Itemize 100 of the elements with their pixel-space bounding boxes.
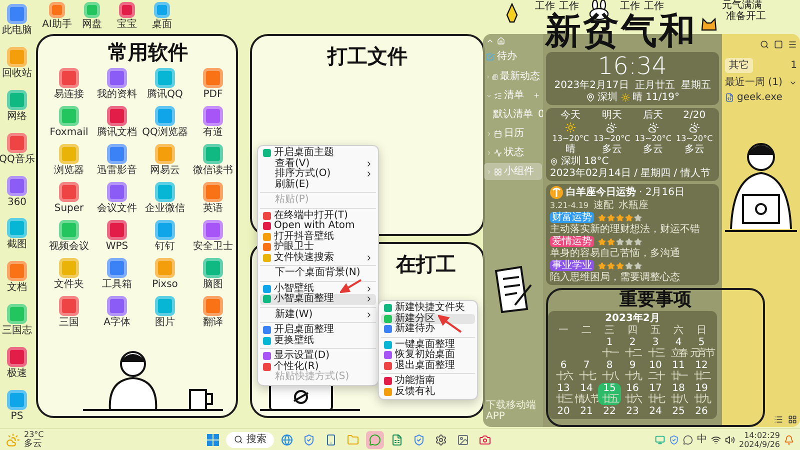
menu-item[interactable]: 开启桌面整理 — [260, 325, 376, 336]
desktop-icon[interactable]: 有道 — [190, 106, 236, 144]
menu-item[interactable]: 开启桌面主题 — [260, 148, 376, 158]
desktop-icon[interactable]: 会议文件 — [94, 182, 140, 220]
menu-item[interactable]: 新建(W) — [260, 310, 376, 320]
desktop-icon[interactable]: PDF — [190, 68, 236, 106]
menu-item[interactable]: 在终端中打开(T) — [260, 210, 376, 221]
menu-item[interactable]: 护眼卫士 — [260, 242, 376, 252]
desktop-icon[interactable]: 三国志 — [0, 304, 34, 336]
square-icon[interactable] — [774, 40, 783, 48]
desktop-icon[interactable]: Pixso — [142, 258, 188, 296]
desktop-icon[interactable]: 此电脑 — [0, 4, 34, 36]
desktop-icon[interactable]: 安全卫士 — [190, 220, 236, 258]
calendar-day[interactable]: 8 十八 — [598, 360, 621, 382]
menu-item[interactable]: 新建分区 — [381, 314, 475, 324]
menu-item[interactable]: Open with Atom — [260, 221, 376, 232]
volume-icon[interactable] — [724, 434, 735, 444]
menu-item[interactable]: 排序方式(O) — [260, 169, 376, 180]
menu-item[interactable]: 文件快速搜索 — [260, 252, 376, 263]
input-method-indicator[interactable]: 中 — [696, 434, 707, 445]
desktop-icon[interactable]: 桌面 — [145, 2, 179, 30]
desktop-icon[interactable]: QQ浏览器 — [142, 106, 188, 144]
desktop-icon[interactable]: 工具箱 — [94, 258, 140, 296]
desktop-icon[interactable]: 三国 — [46, 296, 92, 334]
calendar-day[interactable]: 18 廿八 — [667, 383, 690, 405]
desktop-icon[interactable]: 360 — [0, 176, 34, 208]
calendar-day[interactable]: 2 十二 — [621, 337, 644, 359]
desktop-icon[interactable]: 文件夹 — [46, 258, 92, 296]
calendar-day[interactable]: 22 — [598, 406, 621, 417]
expand-caret-icon[interactable] — [486, 92, 492, 98]
menu-item[interactable]: 打开抖音壁纸 — [260, 232, 376, 242]
menu-item[interactable]: 小智桌面整理 — [260, 294, 376, 304]
calendar-day[interactable]: 4 立春 — [667, 337, 690, 359]
calendar-day[interactable]: 24 — [644, 406, 667, 417]
desktop-icon[interactable]: 文档 — [0, 261, 34, 294]
shield-icon[interactable] — [668, 434, 679, 444]
desktop-icon[interactable]: QQ音乐 — [0, 132, 34, 165]
file-name[interactable]: geek.exe — [737, 92, 782, 103]
menu-item[interactable]: 显示设置(D) — [260, 351, 376, 362]
desktop-icon[interactable]: 腾讯文档 — [94, 106, 140, 144]
menu-item[interactable]: 下一个桌面背景(N) — [260, 268, 376, 278]
desktop-icon[interactable]: WPS — [94, 220, 140, 258]
desktop-icon[interactable]: 极速 — [0, 347, 34, 379]
add-icon[interactable] — [533, 92, 540, 99]
desktop-icon[interactable]: 浏览器 — [46, 144, 92, 182]
desktop-icon[interactable]: 网易云 — [142, 144, 188, 182]
calendar-day[interactable]: 16 廿六 — [621, 383, 644, 405]
menu-item[interactable]: 刷新(E) — [260, 180, 376, 190]
calendar-day[interactable]: 17 廿七 — [644, 383, 667, 405]
desktop-icon[interactable]: 微信读书 — [190, 144, 236, 182]
menu-item[interactable]: 新建待办 — [381, 324, 475, 334]
calendar-day[interactable]: 26 — [690, 406, 713, 417]
search-button[interactable]: 搜索 — [226, 432, 274, 448]
desktop-icon[interactable]: 网盘 — [75, 2, 109, 30]
menu-item[interactable]: 功能指南 — [381, 376, 475, 386]
desktop-icon[interactable]: 我的资料 — [94, 68, 140, 106]
desktop-icon[interactable]: A字体 — [94, 296, 140, 334]
desktop-icon[interactable]: 图片 — [142, 296, 188, 334]
calendar-day[interactable]: 10 二十 — [644, 360, 667, 382]
menu-item[interactable]: 查看(V) — [260, 158, 376, 169]
menu-item[interactable]: 恢复初始桌面 — [381, 350, 475, 360]
menu-item[interactable]: 个性化(R) — [260, 362, 376, 372]
calendar-day[interactable]: 19 廿九 — [690, 383, 713, 405]
desktop-icon[interactable]: Foxmail — [46, 106, 92, 144]
calendar-day[interactable]: 20 — [552, 406, 575, 417]
desktop-icon[interactable]: 视频会议 — [46, 220, 92, 258]
calendar-day[interactable]: 3 十三 — [644, 337, 667, 359]
desktop-icon[interactable]: 脑图 — [190, 258, 236, 296]
expand-caret-icon[interactable] — [486, 130, 492, 136]
wifi-icon[interactable] — [710, 434, 721, 444]
calendar-day[interactable]: 11 廿一 — [667, 360, 690, 382]
calendar-day[interactable]: 23 — [621, 406, 644, 417]
desktop-icon[interactable]: 宝宝 — [110, 2, 144, 30]
desktop-icon[interactable]: AI助手 — [40, 2, 74, 30]
home-icon[interactable] — [497, 37, 505, 45]
calendar-day[interactable]: 12 廿二 — [690, 360, 713, 382]
menu-icon[interactable] — [788, 40, 797, 48]
desktop-icon[interactable]: 回收站 — [0, 46, 34, 79]
menu-item[interactable]: 退出桌面整理 — [381, 360, 475, 371]
menu-item[interactable]: 更换壁纸 — [260, 336, 376, 346]
desktop-icon[interactable]: 钉钉 — [142, 220, 188, 258]
calendar-day[interactable]: 25 — [667, 406, 690, 417]
desktop-icon[interactable]: 腾讯QQ — [142, 68, 188, 106]
desktop-icon[interactable]: PS — [0, 390, 34, 422]
notification-bell-icon[interactable] — [784, 434, 794, 444]
desktop-icon[interactable]: 英语 — [190, 182, 236, 220]
calendar-day[interactable]: 9 十九 — [621, 360, 644, 382]
calendar-day[interactable]: 1 十一 — [598, 337, 621, 359]
search-icon[interactable] — [760, 40, 769, 48]
calendar-day[interactable]: 21 — [575, 406, 598, 417]
desktop-icon[interactable]: 易连接 — [46, 68, 92, 106]
calendar-day[interactable]: 6 十六 — [552, 360, 575, 382]
expand-caret-icon[interactable] — [486, 150, 492, 156]
menu-item[interactable]: 新建快捷文件夹 — [381, 303, 475, 314]
desktop-icon[interactable]: 网络 — [0, 90, 34, 122]
calendar-day[interactable]: 13 廿三 — [552, 383, 575, 405]
chat-bubble-icon[interactable] — [682, 434, 693, 444]
desktop-icon[interactable]: 截图 — [0, 218, 34, 250]
panel-tab[interactable]: 其它 — [725, 58, 753, 73]
desktop-icon[interactable]: Super — [46, 182, 92, 220]
